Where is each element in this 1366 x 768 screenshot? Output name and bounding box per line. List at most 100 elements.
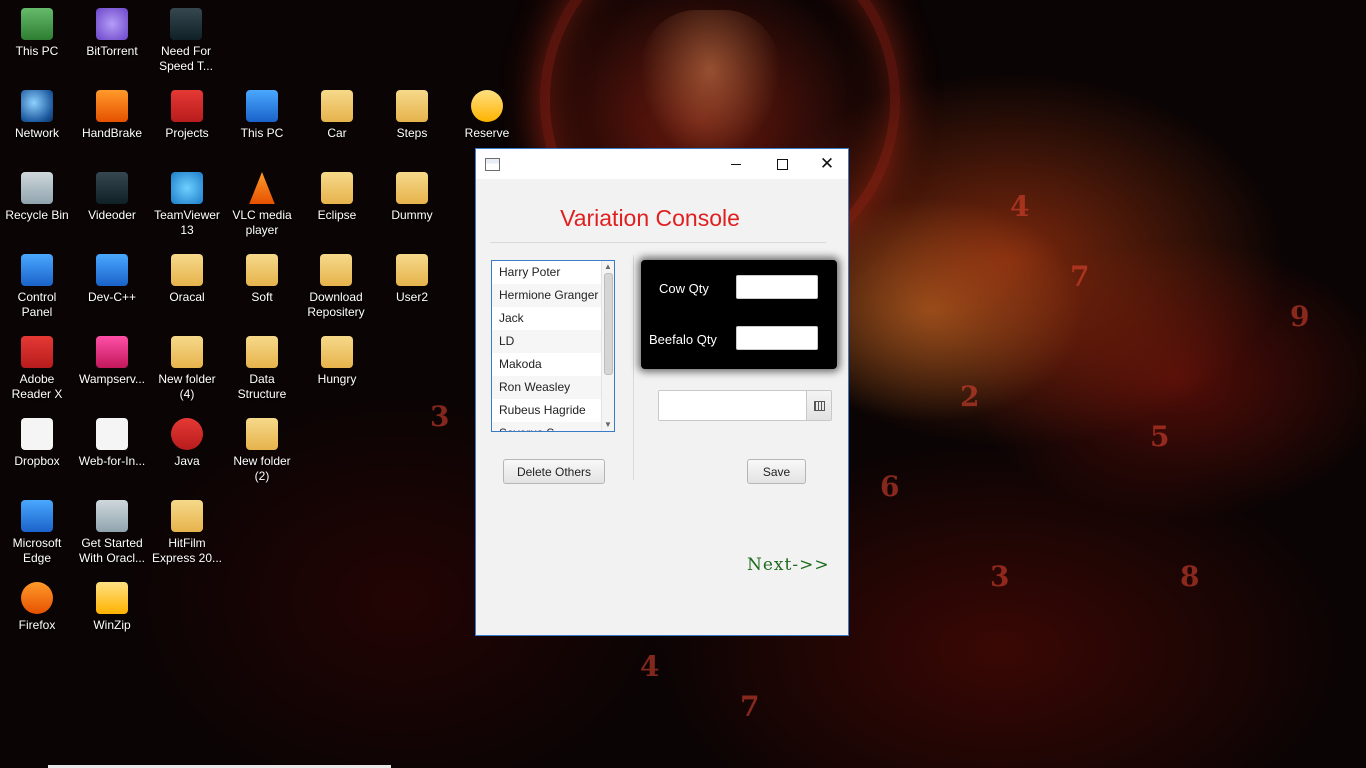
list-item[interactable]: Rubeus Hagride	[492, 399, 602, 422]
desktop-icon-label: Oracal	[169, 290, 205, 304]
desktop-icon-user2[interactable]: User2	[376, 254, 448, 305]
scroll-up-arrow-icon[interactable]: ▲	[602, 261, 614, 273]
names-list: Harry Poter Hermione Granger Jack LD Mak…	[492, 261, 602, 431]
minimize-icon	[731, 163, 741, 165]
save-button[interactable]: Save	[747, 459, 806, 484]
cow-qty-input[interactable]	[736, 275, 818, 299]
wallpaper-digit: 7	[740, 690, 760, 723]
desktop-icon-java[interactable]: Java	[151, 418, 223, 469]
list-item[interactable]: Hermione Granger	[492, 284, 602, 307]
desktop-icon-label: This PC	[240, 126, 284, 140]
chrome-icon	[471, 90, 503, 122]
date-input[interactable]	[659, 391, 807, 420]
desktop-icon-label: Car	[327, 126, 347, 140]
desktop-icon-adobe-reader[interactable]: Adobe Reader X	[1, 336, 73, 402]
desktop-icon-network[interactable]: Network	[1, 90, 73, 141]
desktop-icon-label: Dev-C++	[87, 290, 137, 304]
wallpaper-digit: 4	[1010, 190, 1030, 223]
web-icon	[96, 418, 128, 450]
desktop-icon-label: Eclipse	[317, 208, 357, 222]
list-item[interactable]: Severus S...	[492, 422, 602, 431]
desktop-icon-web-for-in[interactable]: Web-for-In...	[76, 418, 148, 469]
desktop-icon-label: Java	[174, 454, 200, 468]
desktop-icon-hitfilm[interactable]: HitFilm Express 20...	[151, 500, 223, 566]
desktop-icon-oracle[interactable]: Get Started With Oracl...	[76, 500, 148, 566]
desktop-icon-wampserver[interactable]: Wampserv...	[76, 336, 148, 387]
list-scrollbar[interactable]: ▲ ▼	[601, 261, 614, 431]
delete-others-button[interactable]: Delete Others	[503, 459, 605, 484]
videoder-icon	[96, 172, 128, 204]
list-item[interactable]: Harry Poter	[492, 261, 602, 284]
minimize-button[interactable]	[713, 149, 759, 179]
wallpaper-digit: 2	[960, 380, 980, 413]
nfs-icon	[170, 8, 202, 40]
desktop-icon-dropbox[interactable]: Dropbox	[1, 418, 73, 469]
edge-icon	[21, 500, 53, 532]
desktop-icon-oracal[interactable]: Oracal	[151, 254, 223, 305]
desktop-icon-handbrake[interactable]: HandBrake	[76, 90, 148, 141]
folder-icon	[246, 418, 278, 450]
cow-qty-label: Cow Qty	[659, 281, 709, 296]
dropbox-icon	[21, 418, 53, 450]
wallpaper-digit: 7	[1070, 260, 1090, 293]
maximize-button[interactable]	[759, 149, 805, 179]
desktop-icon-reserve[interactable]: Reserve	[451, 90, 523, 141]
desktop-icon-label: HitFilm Express 20...	[151, 536, 223, 565]
desktop-icon-label: BitTorrent	[86, 44, 138, 58]
vlc-cone-icon	[249, 172, 275, 204]
desktop-icon-devcpp[interactable]: Dev-C++	[76, 254, 148, 305]
list-item[interactable]: LD	[492, 330, 602, 353]
desktop-icon-label: New folder (2)	[233, 454, 291, 483]
desktop-icon-edge[interactable]: Microsoft Edge	[1, 500, 73, 566]
desktop-icon-label: Get Started With Oracl...	[78, 536, 145, 565]
variation-console-window: ✕ Variation Console Harry Poter Hermione…	[475, 148, 849, 636]
names-listbox[interactable]: Harry Poter Hermione Granger Jack LD Mak…	[491, 260, 615, 432]
desktop-icon-label: Dummy	[391, 208, 433, 222]
desktop-icon-bittorrent[interactable]: BitTorrent	[76, 8, 148, 59]
desktop-icon-label: HandBrake	[81, 126, 143, 140]
desktop-icon-recycle-bin[interactable]: Recycle Bin	[1, 172, 73, 223]
title-divider	[490, 242, 826, 243]
desktop-icon-this-pc-2[interactable]: This PC	[226, 90, 298, 141]
desktop-icon-new-folder-2[interactable]: New folder (2)	[226, 418, 298, 484]
desktop-icon-winzip[interactable]: WinZip	[76, 582, 148, 633]
desktop-icon-label: This PC	[15, 44, 59, 58]
desktop-icon-control-panel[interactable]: Control Panel	[1, 254, 73, 320]
list-item[interactable]: Makoda	[492, 353, 602, 376]
desktop-icon-teamviewer[interactable]: TeamViewer 13	[151, 172, 223, 238]
desktop-icon-label: Hungry	[317, 372, 357, 386]
desktop-icon-label: Control Panel	[17, 290, 57, 319]
scroll-thumb[interactable]	[604, 273, 613, 375]
list-item[interactable]: Ron Weasley	[492, 376, 602, 399]
desktop-icon-nfs[interactable]: Need For Speed T...	[150, 8, 222, 74]
oracle-db-icon	[96, 500, 128, 532]
desktop-icon-hungry[interactable]: Hungry	[301, 336, 373, 387]
folder-icon	[321, 90, 353, 122]
desktop-icon-videoder[interactable]: Videoder	[76, 172, 148, 223]
beefalo-qty-input[interactable]	[736, 326, 818, 350]
scroll-down-arrow-icon[interactable]: ▼	[602, 419, 614, 431]
desktop-icon-eclipse[interactable]: Eclipse	[301, 172, 373, 223]
desktop-icon-dummy[interactable]: Dummy	[376, 172, 448, 223]
desktop-icon-download-repositery[interactable]: Download Repositery	[300, 254, 372, 320]
quantity-panel: Cow Qty Beefalo Qty	[641, 260, 837, 369]
adobe-reader-icon	[21, 336, 53, 368]
desktop-icon-label: Network	[14, 126, 59, 140]
desktop-icon-new-folder-4[interactable]: New folder (4)	[151, 336, 223, 402]
desktop-icon-data-structure[interactable]: Data Structure	[226, 336, 298, 402]
title-bar[interactable]: ✕	[476, 149, 848, 179]
desktop-icon-this-pc[interactable]: This PC	[1, 8, 73, 59]
desktop-icon-projects[interactable]: Projects	[151, 90, 223, 141]
beefalo-qty-label: Beefalo Qty	[649, 332, 717, 347]
desktop-icon-label: TeamViewer 13	[154, 208, 220, 237]
list-item[interactable]: Jack	[492, 307, 602, 330]
next-link[interactable]: Next->>	[747, 555, 830, 575]
date-picker-button[interactable]	[806, 391, 831, 420]
desktop-icon-label: Download Repositery	[307, 290, 365, 319]
desktop-icon-steps[interactable]: Steps	[376, 90, 448, 141]
desktop-icon-soft[interactable]: Soft	[226, 254, 298, 305]
desktop-icon-vlc[interactable]: VLC media player	[226, 172, 298, 238]
close-button[interactable]: ✕	[804, 149, 850, 179]
desktop-icon-firefox[interactable]: Firefox	[1, 582, 73, 633]
desktop-icon-car[interactable]: Car	[301, 90, 373, 141]
